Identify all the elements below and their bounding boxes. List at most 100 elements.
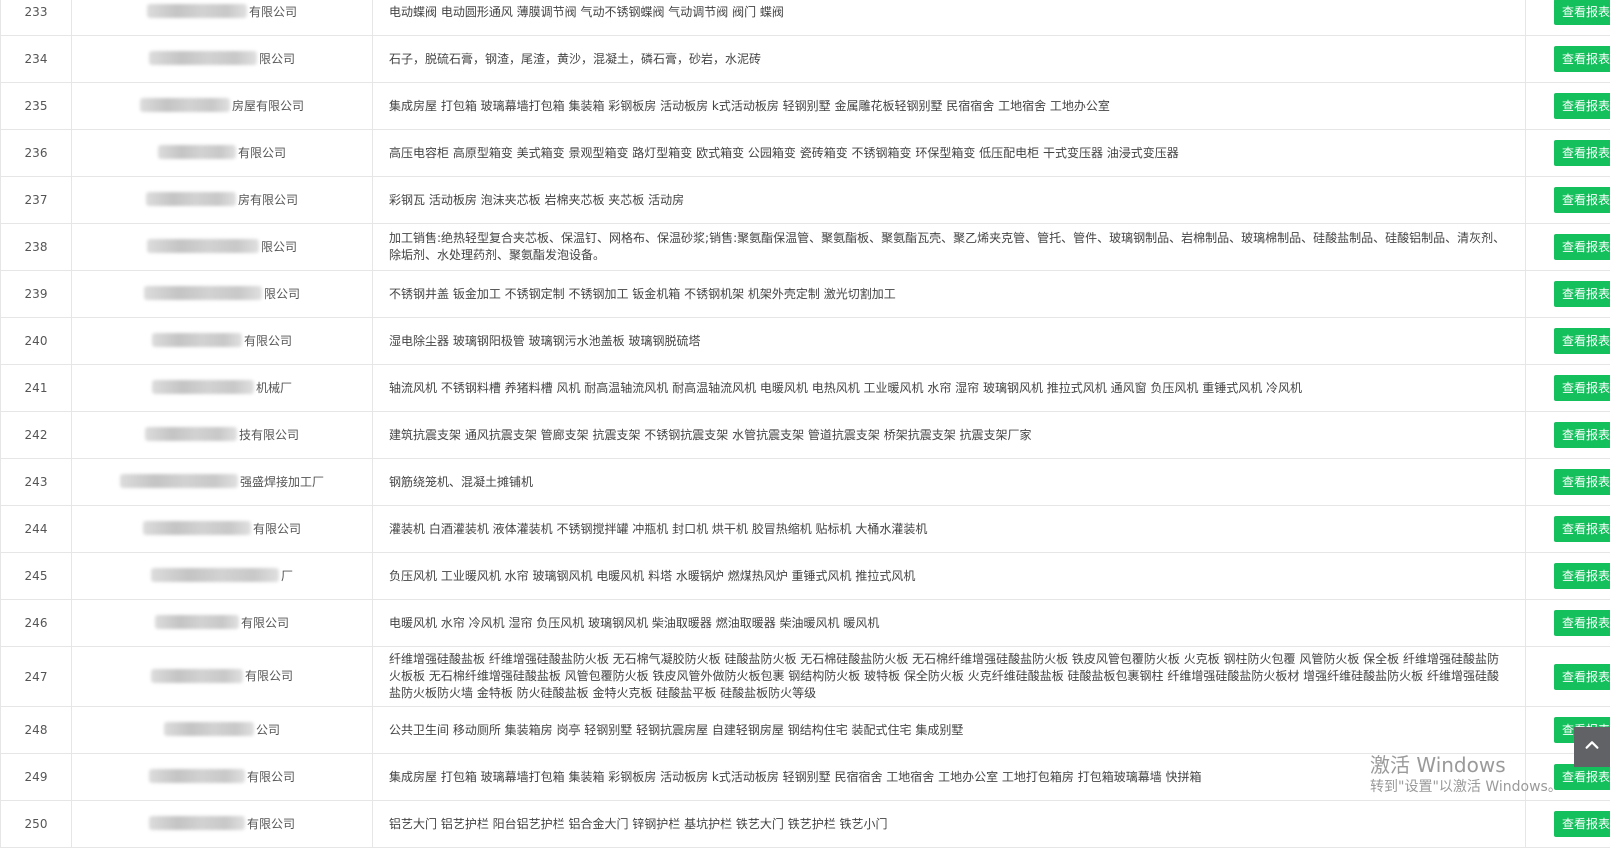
view-report-button[interactable]: 查看报表 (1553, 375, 1610, 401)
company-name-suffix: 厂 (280, 568, 293, 583)
redacted-company-name (146, 4, 247, 19)
table-row: 249 有限公司 集成房屋 打包箱 玻璃幕墙打包箱 集装箱 彩钢板房 活动板房 … (0, 753, 1610, 801)
products-cell: 加工销售:绝热轻型复合夹芯板、保温钉、网格布、保温砂浆;销售:聚氨酯保温管、聚氨… (372, 223, 1526, 271)
company-name-cell: 技有限公司 (71, 411, 373, 459)
action-cell: 查看报表 (1525, 458, 1610, 506)
table-row: 248 公司 公共卫生间 移动厕所 集装箱房 岗亭 轻钢别墅 轻钢抗震房屋 自建… (0, 706, 1610, 754)
row-number: 239 (0, 270, 72, 318)
table-row: 240 有限公司 湿电除尘器 玻璃钢阳极管 玻璃钢污水池盖板 玻璃钢脱硫塔 查看… (0, 317, 1610, 365)
company-name-cell: 厂 (71, 552, 373, 600)
redacted-company-name (145, 192, 236, 207)
view-report-button[interactable]: 查看报表 (1553, 46, 1610, 72)
table-row: 250 有限公司 铝艺大门 铝艺护栏 阳台铝艺护栏 铝合金大门 锌钢护栏 基坑护… (0, 800, 1610, 848)
company-name-suffix: 限公司 (263, 286, 300, 301)
view-report-button[interactable]: 查看报表 (1553, 187, 1610, 213)
back-to-top-button[interactable] (1574, 727, 1610, 767)
chevron-up-icon (1583, 736, 1601, 758)
company-name-suffix: 房有限公司 (237, 192, 298, 207)
company-name-cell: 有限公司 (71, 800, 373, 848)
company-name-suffix: 公司 (255, 722, 280, 737)
company-name-cell: 有限公司 (71, 317, 373, 365)
view-report-button[interactable]: 查看报表 (1553, 140, 1610, 166)
table-row: 236 有限公司 高压电容柜 高原型箱变 美式箱变 景观型箱变 路灯型箱变 欧式… (0, 129, 1610, 177)
products-cell: 铝艺大门 铝艺护栏 阳台铝艺护栏 铝合金大门 锌钢护栏 基坑护栏 铁艺大门 铁艺… (372, 800, 1526, 848)
row-number: 243 (0, 458, 72, 506)
view-report-button[interactable]: 查看报表 (1553, 610, 1610, 636)
row-number: 234 (0, 35, 72, 83)
action-cell: 查看报表 (1525, 411, 1610, 459)
company-name-suffix: 机械厂 (255, 380, 292, 395)
company-name-suffix: 有限公司 (243, 333, 292, 348)
row-number: 235 (0, 82, 72, 130)
company-name-cell: 有限公司 (71, 646, 373, 707)
products-cell: 电动蝶阀 电动圆形通风 薄膜调节阀 气动不锈钢蝶阀 气动调节阀 阀门 蝶阀 (372, 0, 1526, 36)
products-cell: 高压电容柜 高原型箱变 美式箱变 景观型箱变 路灯型箱变 欧式箱变 公园箱变 瓷… (372, 129, 1526, 177)
table-row: 244 有限公司 灌装机 白酒灌装机 液体灌装机 不锈钢搅拌罐 冲瓶机 封口机 … (0, 505, 1610, 553)
table-row: 235 房屋有限公司 集成房屋 打包箱 玻璃幕墙打包箱 集装箱 彩钢板房 活动板… (0, 82, 1610, 130)
row-number: 236 (0, 129, 72, 177)
action-cell: 查看报表 (1525, 646, 1610, 707)
company-name-cell: 强盛焊接加工厂 (71, 458, 373, 506)
view-report-button[interactable]: 查看报表 (1553, 93, 1610, 119)
products-cell: 湿电除尘器 玻璃钢阳极管 玻璃钢污水池盖板 玻璃钢脱硫塔 (372, 317, 1526, 365)
company-name-suffix: 有限公司 (237, 145, 286, 160)
company-name-suffix: 房屋有限公司 (231, 98, 304, 113)
products-cell: 集成房屋 打包箱 玻璃幕墙打包箱 集装箱 彩钢板房 活动板房 k式活动板房 轻钢… (372, 82, 1526, 130)
redacted-company-name (144, 427, 237, 442)
view-report-button[interactable]: 查看报表 (1553, 516, 1610, 542)
view-report-button[interactable]: 查看报表 (1553, 328, 1610, 354)
action-cell: 查看报表 (1525, 800, 1610, 848)
products-cell: 集成房屋 打包箱 玻璃幕墙打包箱 集装箱 彩钢板房 活动板房 k式活动板房 轻钢… (372, 753, 1526, 801)
view-report-button[interactable]: 查看报表 (1553, 469, 1610, 495)
row-number: 247 (0, 646, 72, 707)
view-report-button[interactable]: 查看报表 (1553, 234, 1610, 260)
action-cell: 查看报表 (1525, 82, 1610, 130)
row-number: 242 (0, 411, 72, 459)
products-cell: 钢筋绕笼机、混凝土摊铺机 (372, 458, 1526, 506)
action-cell: 查看报表 (1525, 176, 1610, 224)
row-number: 237 (0, 176, 72, 224)
table-row: 241 机械厂 轴流风机 不锈钢料槽 养猪料槽 风机 耐高温轴流风机 耐高温轴流… (0, 364, 1610, 412)
company-name-suffix: 有限公司 (244, 669, 293, 684)
redacted-company-name (143, 286, 262, 301)
row-number: 245 (0, 552, 72, 600)
table-row: 234 限公司 石子，脱硫石膏，钢渣，尾渣，黄沙，混凝土，磷石膏，砂岩，水泥砖 … (0, 35, 1610, 83)
products-cell: 建筑抗震支架 通风抗震支架 管廊支架 抗震支架 不锈钢抗震支架 水管抗震支架 管… (372, 411, 1526, 459)
products-cell: 公共卫生间 移动厕所 集装箱房 岗亭 轻钢别墅 轻钢抗震房屋 自建轻钢房屋 钢结… (372, 706, 1526, 754)
redacted-company-name (148, 769, 245, 784)
company-name-suffix: 限公司 (258, 51, 295, 66)
table-row: 243 强盛焊接加工厂 钢筋绕笼机、混凝土摊铺机 查看报表 (0, 458, 1610, 506)
row-number: 249 (0, 753, 72, 801)
row-number: 241 (0, 364, 72, 412)
company-name-suffix: 有限公司 (248, 4, 297, 19)
company-name-cell: 房有限公司 (71, 176, 373, 224)
view-report-button[interactable]: 查看报表 (1553, 764, 1610, 790)
view-report-button[interactable]: 查看报表 (1553, 663, 1610, 690)
products-cell: 不锈钢井盖 钣金加工 不锈钢定制 不锈钢加工 钣金机箱 不锈钢机架 机架外壳定制… (372, 270, 1526, 318)
view-report-button[interactable]: 查看报表 (1553, 281, 1610, 307)
table-row: 237 房有限公司 彩钢瓦 活动板房 泡沫夹芯板 岩棉夹芯板 夹芯板 活动房 查… (0, 176, 1610, 224)
row-number: 240 (0, 317, 72, 365)
products-cell: 灌装机 白酒灌装机 液体灌装机 不锈钢搅拌罐 冲瓶机 封口机 烘干机 胶冒热缩机… (372, 505, 1526, 553)
view-report-button[interactable]: 查看报表 (1553, 563, 1610, 589)
company-name-cell: 机械厂 (71, 364, 373, 412)
company-name-cell: 限公司 (71, 270, 373, 318)
view-report-button[interactable]: 查看报表 (1553, 811, 1610, 837)
company-name-suffix: 有限公司 (240, 615, 289, 630)
row-number: 238 (0, 223, 72, 271)
action-cell: 查看报表 (1525, 270, 1610, 318)
table-row: 238 限公司 加工销售:绝热轻型复合夹芯板、保温钉、网格布、保温砂浆;销售:聚… (0, 223, 1610, 271)
redacted-company-name (146, 239, 259, 254)
action-cell: 查看报表 (1525, 599, 1610, 647)
action-cell: 查看报表 (1525, 0, 1610, 36)
view-report-button[interactable]: 查看报表 (1553, 422, 1610, 448)
action-cell: 查看报表 (1525, 35, 1610, 83)
company-name-suffix: 限公司 (260, 239, 297, 254)
company-name-suffix: 有限公司 (252, 521, 301, 536)
company-name-suffix: 技有限公司 (238, 427, 299, 442)
view-report-button[interactable]: 查看报表 (1553, 0, 1610, 25)
redacted-company-name (151, 333, 242, 348)
redacted-company-name (148, 51, 257, 66)
company-report-table: 233 有限公司 电动蝶阀 电动圆形通风 薄膜调节阀 气动不锈钢蝶阀 气动调节阀… (0, 0, 1610, 848)
redacted-company-name (151, 380, 254, 395)
